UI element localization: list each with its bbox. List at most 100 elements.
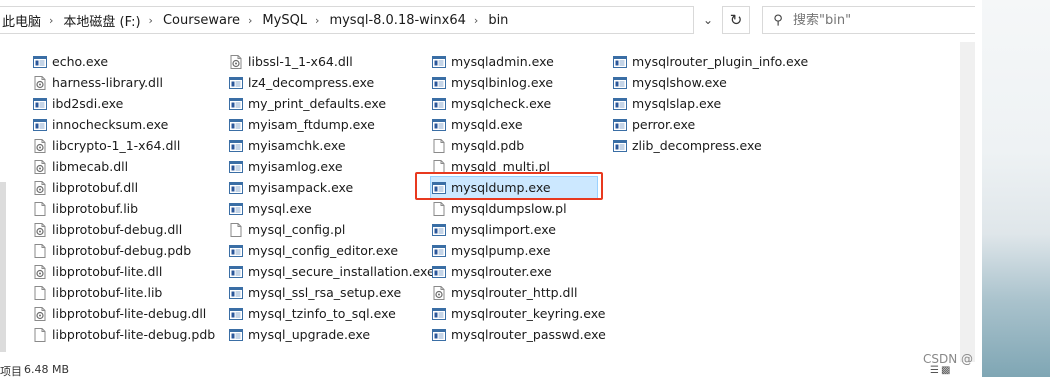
breadcrumb-item[interactable]: bin [482,13,512,28]
exe-icon [228,285,244,301]
file-item[interactable]: echo.exe [32,51,215,72]
status-size: 6.48 MB [24,363,70,376]
file-item[interactable]: ibd2sdi.exe [32,93,215,114]
breadcrumb-item[interactable]: MySQL [256,13,311,28]
file-item[interactable]: libprotobuf-lite-debug.dll [32,303,215,324]
search-input[interactable] [793,12,953,28]
file-name: mysqladmin.exe [451,54,554,69]
file-item[interactable]: mysqlcheck.exe [431,93,606,114]
file-item[interactable]: mysql_ssl_rsa_setup.exe [228,282,435,303]
file-name: myisampack.exe [248,180,354,195]
file-item[interactable]: mysqlpump.exe [431,240,606,261]
file-item[interactable]: mysqlrouter.exe [431,261,606,282]
file-item[interactable]: mysqlimport.exe [431,219,606,240]
dll-icon [228,54,244,70]
file-item[interactable]: mysqlbinlog.exe [431,72,606,93]
file-item[interactable]: mysql_config.pl [228,219,435,240]
file-item[interactable]: mysql_upgrade.exe [228,324,435,345]
file-item[interactable]: mysqlslap.exe [612,93,808,114]
exe-icon [32,117,48,133]
chevron-down-icon[interactable]: ⌄ [697,6,719,34]
file-item[interactable]: libprotobuf-debug.pdb [32,240,215,261]
file-name: ibd2sdi.exe [52,96,124,111]
file-item[interactable]: libmecab.dll [32,156,215,177]
file-item[interactable]: my_print_defaults.exe [228,93,435,114]
file-name: libprotobuf.lib [52,201,139,216]
view-toggle-icons[interactable]: ☰▩ [930,365,952,376]
file-name: mysqlpump.exe [451,243,551,258]
exe-icon [228,264,244,280]
exe-icon [228,138,244,154]
status-bar: 项目 6.48 MB [0,363,960,377]
file-item[interactable]: libprotobuf.lib [32,198,215,219]
breadcrumb[interactable]: 此电脑 › 本地磁盘 (F:) › Courseware › MySQL › mysql-8.0… [0,6,694,34]
file-item[interactable]: myisamlog.exe [228,156,435,177]
file-item[interactable]: mysql_secure_installation.exe [228,261,435,282]
exe-icon [431,306,447,322]
exe-icon [431,264,447,280]
file-item[interactable]: mysql_config_editor.exe [228,240,435,261]
file-item[interactable]: mysqlrouter_plugin_info.exe [612,51,808,72]
file-name: mysqlbinlog.exe [451,75,554,90]
exe-icon [612,96,628,112]
file-item[interactable]: myisampack.exe [228,177,435,198]
file-item[interactable]: mysqlrouter_http.dll [431,282,606,303]
exe-icon [612,117,628,133]
file-name: mysqld.pdb [451,138,525,153]
file-item[interactable]: harness-library.dll [32,72,215,93]
file-item[interactable]: mysqld.exe [431,114,606,135]
file-item[interactable]: zlib_decompress.exe [612,135,808,156]
file-item[interactable]: mysqlshow.exe [612,72,808,93]
breadcrumb-item[interactable]: mysql-8.0.18-winx64 [323,13,469,28]
file-item[interactable]: myisam_ftdump.exe [228,114,435,135]
file-item[interactable]: libprotobuf.dll [32,177,215,198]
exe-icon [32,54,48,70]
file-item[interactable]: libprotobuf-lite-debug.pdb [32,324,215,345]
file-item[interactable]: libcrypto-1_1-x64.dll [32,135,215,156]
breadcrumb-item[interactable]: 此电脑 [0,11,45,30]
breadcrumb-separator[interactable]: › [244,14,256,27]
dll-icon [431,285,447,301]
file-name: libmecab.dll [52,159,129,174]
file-item[interactable]: myisamchk.exe [228,135,435,156]
file-item[interactable]: mysql_tzinfo_to_sql.exe [228,303,435,324]
file-item[interactable]: libprotobuf-lite.dll [32,261,215,282]
file-item[interactable]: mysqladmin.exe [431,51,606,72]
file-icon [32,285,48,301]
file-item[interactable]: innochecksum.exe [32,114,215,135]
file-name: libprotobuf-lite-debug.dll [52,306,207,321]
exe-icon [612,138,628,154]
watermark-text: CSDN @ [923,352,974,366]
breadcrumb-separator[interactable]: › [470,14,482,27]
file-icon [32,243,48,259]
file-name: libprotobuf-lite-debug.pdb [52,327,216,342]
exe-icon [612,75,628,91]
breadcrumb-separator[interactable]: › [45,14,57,27]
highlight-annotation-box [415,172,603,200]
vertical-scrollbar[interactable] [960,42,975,362]
file-icon [32,327,48,343]
file-item[interactable]: libssl-1_1-x64.dll [228,51,435,72]
file-name: my_print_defaults.exe [248,96,387,111]
breadcrumb-separator[interactable]: › [145,14,157,27]
file-name: mysql_config.pl [248,222,346,237]
file-item[interactable]: libprotobuf-debug.dll [32,219,215,240]
file-name: libprotobuf-debug.pdb [52,243,192,258]
breadcrumb-separator[interactable]: › [311,14,323,27]
file-item[interactable]: mysql.exe [228,198,435,219]
refresh-button[interactable]: ↻ [722,6,750,34]
breadcrumb-item[interactable]: 本地磁盘 (F:) [57,11,144,30]
exe-icon [228,96,244,112]
file-name: mysqlslap.exe [632,96,722,111]
file-item[interactable]: perror.exe [612,114,808,135]
file-item[interactable]: mysqld.pdb [431,135,606,156]
file-icon [431,201,447,217]
breadcrumb-item[interactable]: Courseware [157,13,244,28]
search-box[interactable]: ⚲ [762,6,976,34]
file-item[interactable]: mysqldumpslow.pl [431,198,606,219]
file-item[interactable]: libprotobuf-lite.lib [32,282,215,303]
file-item[interactable]: mysqlrouter_passwd.exe [431,324,606,345]
file-item[interactable]: lz4_decompress.exe [228,72,435,93]
file-column-2: libssl-1_1-x64.dll lz4_decompress.exe my_p… [228,51,435,345]
file-item[interactable]: mysqlrouter_keyring.exe [431,303,606,324]
